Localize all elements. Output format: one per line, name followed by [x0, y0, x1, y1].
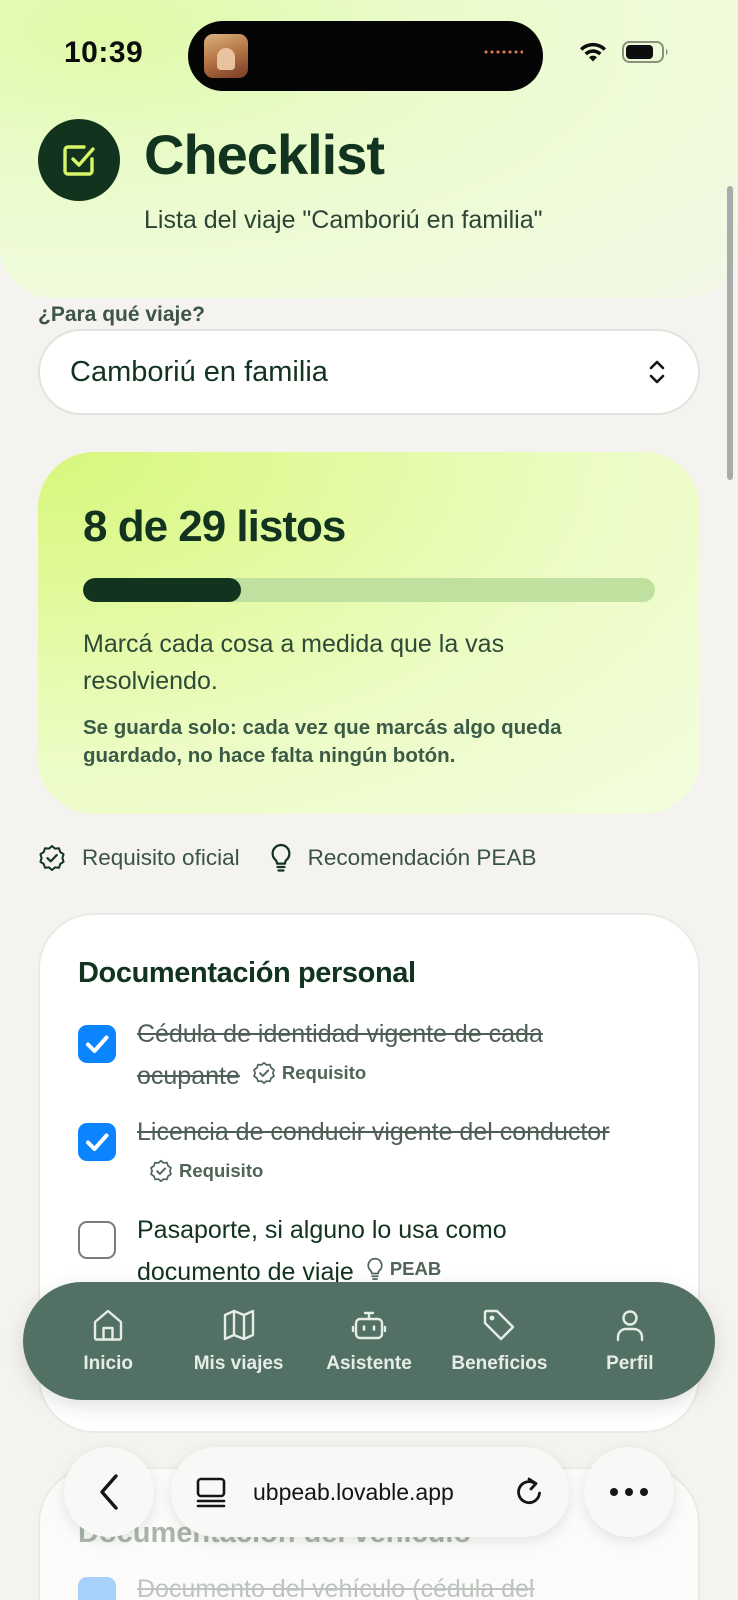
checklist-badge-icon [38, 119, 120, 201]
checkbox-square-icon [63, 145, 95, 176]
legend-recommendation-label: Recomendación PEAB [307, 845, 537, 870]
progress-hint: Marcá cada cosa a medida que la vas reso… [83, 630, 505, 695]
tag-icon [484, 1309, 515, 1341]
item-checkbox[interactable] [78, 1221, 116, 1259]
item-text: Cédula de identidad vigente de cada ocup… [137, 1015, 617, 1095]
lightbulb-icon [271, 843, 291, 872]
nav-label: Beneficios [451, 1353, 548, 1374]
page-title: Checklist [144, 123, 385, 186]
check-badge-icon [150, 1159, 172, 1183]
robot-icon [351, 1311, 387, 1340]
checklist-item[interactable]: Licencia de conducir vigente del conduct… [78, 1113, 668, 1193]
status-icons [578, 40, 670, 64]
progress-bar-fill [83, 578, 241, 602]
browser-url[interactable]: ubpeab.lovable.app [253, 1479, 487, 1506]
check-badge-icon [39, 845, 65, 871]
checkmark-icon [86, 1133, 109, 1151]
chevron-left-icon [100, 1474, 118, 1510]
home-icon [94, 1309, 123, 1341]
nav-item-beneficios[interactable]: Beneficios [434, 1307, 564, 1375]
requirement-tag: Requisito [149, 1152, 263, 1190]
legend-official: Requisito oficial [38, 844, 240, 872]
chevron-up-down-icon [649, 360, 665, 384]
item-checkbox[interactable] [78, 1123, 116, 1161]
browser-address-bar[interactable]: ubpeab.lovable.app [171, 1447, 569, 1537]
checklist-item[interactable]: Pasaporte, si alguno lo usa como documen… [78, 1211, 668, 1291]
nav-label: Perfil [606, 1353, 654, 1374]
progress-card: 8 de 29 listos Marcá cada cosa a medida … [38, 452, 700, 814]
legend: Requisito oficial Recomendación PEAB [38, 843, 536, 873]
bottom-nav: Inicio Mis viajes Asistente Beneficios P… [23, 1282, 715, 1400]
item-label: Pasaporte, si alguno lo usa como documen… [137, 1216, 507, 1286]
reload-icon[interactable] [513, 1476, 545, 1508]
battery-icon [622, 41, 668, 63]
page-subtitle: Lista del viaje "Camboriú en familia" [144, 206, 543, 234]
nav-label: Inicio [83, 1353, 134, 1374]
trip-selector-label: ¿Para qué viaje? [38, 303, 205, 326]
progress-count: 8 de 29 listos [83, 502, 346, 551]
checkmark-icon [86, 1035, 109, 1053]
legend-official-label: Requisito oficial [82, 845, 240, 870]
item-text: Licencia de conducir vigente del conduct… [137, 1113, 617, 1193]
wifi-icon [580, 42, 606, 62]
tag-label: Requisito [281, 1062, 367, 1083]
section-title: Documentación personal [78, 957, 416, 989]
status-time: 10:39 [64, 36, 144, 69]
lightbulb-icon [367, 1257, 383, 1280]
nav-label: Asistente [326, 1353, 412, 1374]
trip-select[interactable]: Camboriú en familia [38, 329, 700, 415]
item-checkbox[interactable] [78, 1577, 116, 1600]
browser-more-button[interactable] [584, 1447, 674, 1537]
now-playing-thumbnail [204, 34, 248, 78]
tag-label: Requisito [179, 1160, 264, 1181]
tabs-icon[interactable] [195, 1476, 227, 1508]
legend-recommendation: Recomendación PEAB [270, 843, 537, 873]
requirement-tag: Requisito [252, 1054, 366, 1092]
check-badge-icon [253, 1061, 275, 1085]
nav-item-perfil[interactable]: Perfil [565, 1307, 695, 1375]
nav-item-inicio[interactable]: Inicio [43, 1307, 173, 1375]
item-text: Documento del vehículo (cédula del [137, 1575, 535, 1600]
item-text: Pasaporte, si alguno lo usa como documen… [137, 1211, 617, 1291]
item-label: Licencia de conducir vigente del conduct… [137, 1118, 610, 1146]
checklist-item[interactable]: Cédula de identidad vigente de cada ocup… [78, 1015, 668, 1095]
map-icon [223, 1309, 254, 1341]
trip-select-value: Camboriú en familia [70, 355, 328, 388]
progress-bar [83, 578, 655, 602]
more-dots-icon [610, 1488, 648, 1496]
browser-back-button[interactable] [64, 1447, 154, 1537]
audio-waveform-icon [483, 49, 523, 55]
nav-item-asistente[interactable]: Asistente [304, 1307, 434, 1375]
scrollbar[interactable] [727, 186, 733, 480]
nav-item-mis-viajes[interactable]: Mis viajes [173, 1307, 303, 1375]
item-checkbox[interactable] [78, 1025, 116, 1063]
autosave-note: Se guarda solo: cada vez que marcás algo… [83, 716, 562, 767]
nav-label: Mis viajes [193, 1353, 284, 1374]
dynamic-island [188, 21, 543, 91]
user-icon [616, 1310, 644, 1342]
